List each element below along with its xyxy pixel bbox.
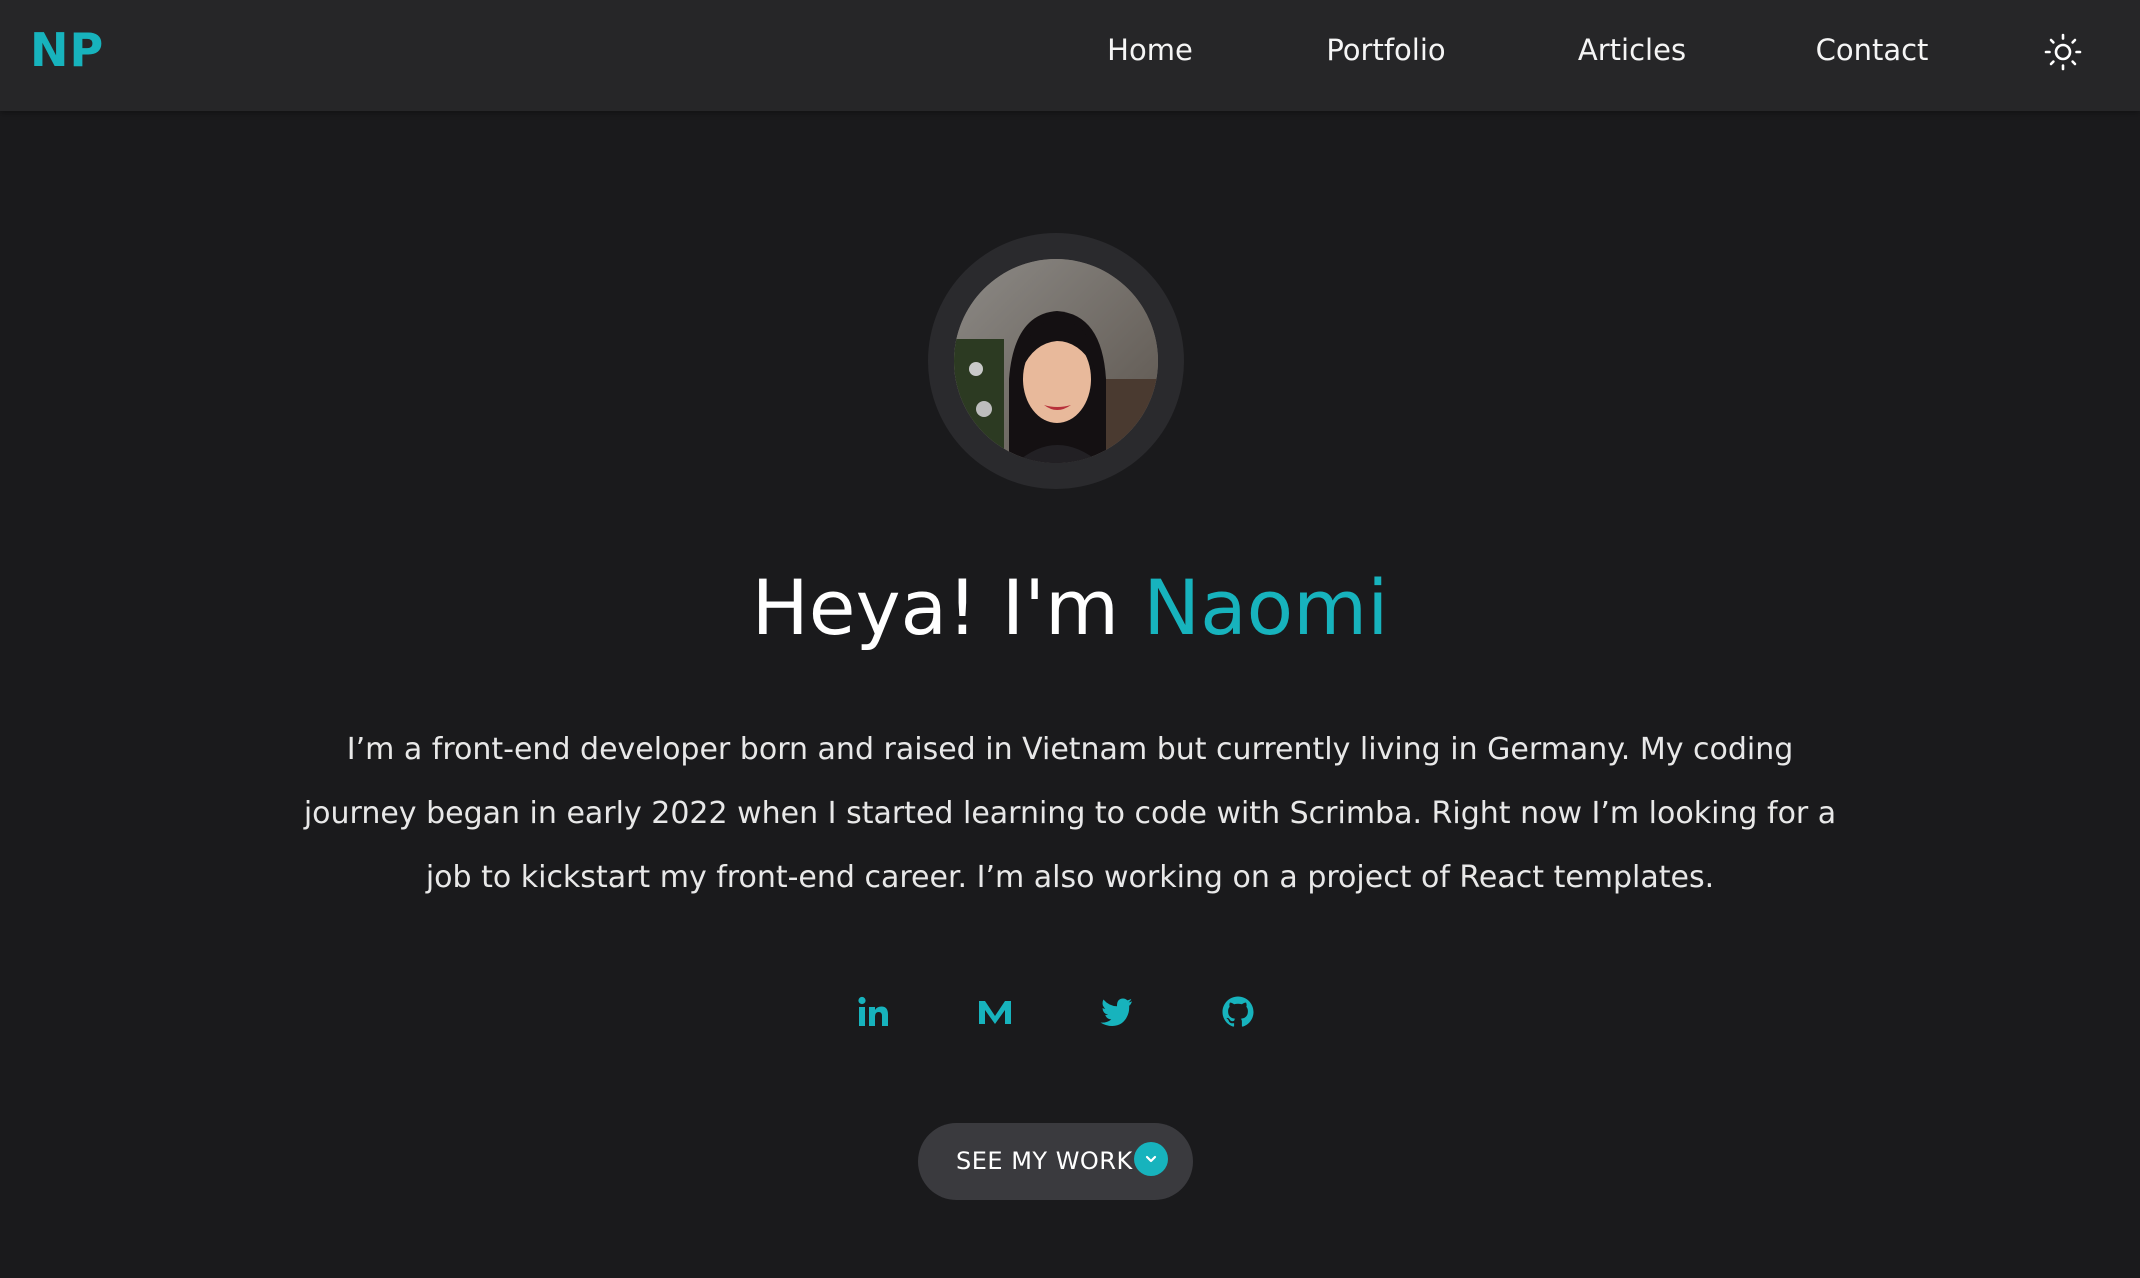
theme-toggle-button[interactable]: [2043, 32, 2083, 72]
linkedin-icon: [858, 996, 888, 1026]
hero-name: Naomi: [1143, 563, 1389, 652]
social-links: [0, 985, 2140, 1039]
nav-link-contact[interactable]: Contact: [1816, 30, 1929, 70]
medium-link[interactable]: [968, 985, 1022, 1039]
linkedin-link[interactable]: [846, 985, 900, 1039]
medium-icon: [979, 1001, 1011, 1024]
avatar-photo: [954, 259, 1158, 463]
hero-greeting: Heya! I'm: [751, 563, 1120, 652]
sun-icon: [2044, 33, 2082, 71]
twitter-icon: [1100, 998, 1132, 1026]
see-my-work-label: SEE MY WORK: [956, 1147, 1133, 1175]
twitter-link[interactable]: [1089, 985, 1143, 1039]
github-link[interactable]: [1211, 985, 1265, 1039]
github-icon: [1222, 996, 1254, 1027]
avatar: [954, 259, 1158, 463]
navbar: NP Home Portfolio Articles Contact: [0, 0, 2140, 111]
hero-bio: I’m a front-end developer born and raise…: [303, 732, 1837, 895]
nav-link-articles[interactable]: Articles: [1578, 30, 1686, 70]
hero-title: Heya! I'm Naomi: [0, 560, 2140, 656]
nav-links: Home Portfolio Articles Contact: [0, 0, 2140, 111]
chevron-down-icon: [1134, 1142, 1168, 1176]
see-my-work-button[interactable]: SEE MY WORK: [918, 1123, 1193, 1200]
nav-link-portfolio[interactable]: Portfolio: [1326, 30, 1445, 70]
nav-link-home[interactable]: Home: [1107, 30, 1193, 70]
